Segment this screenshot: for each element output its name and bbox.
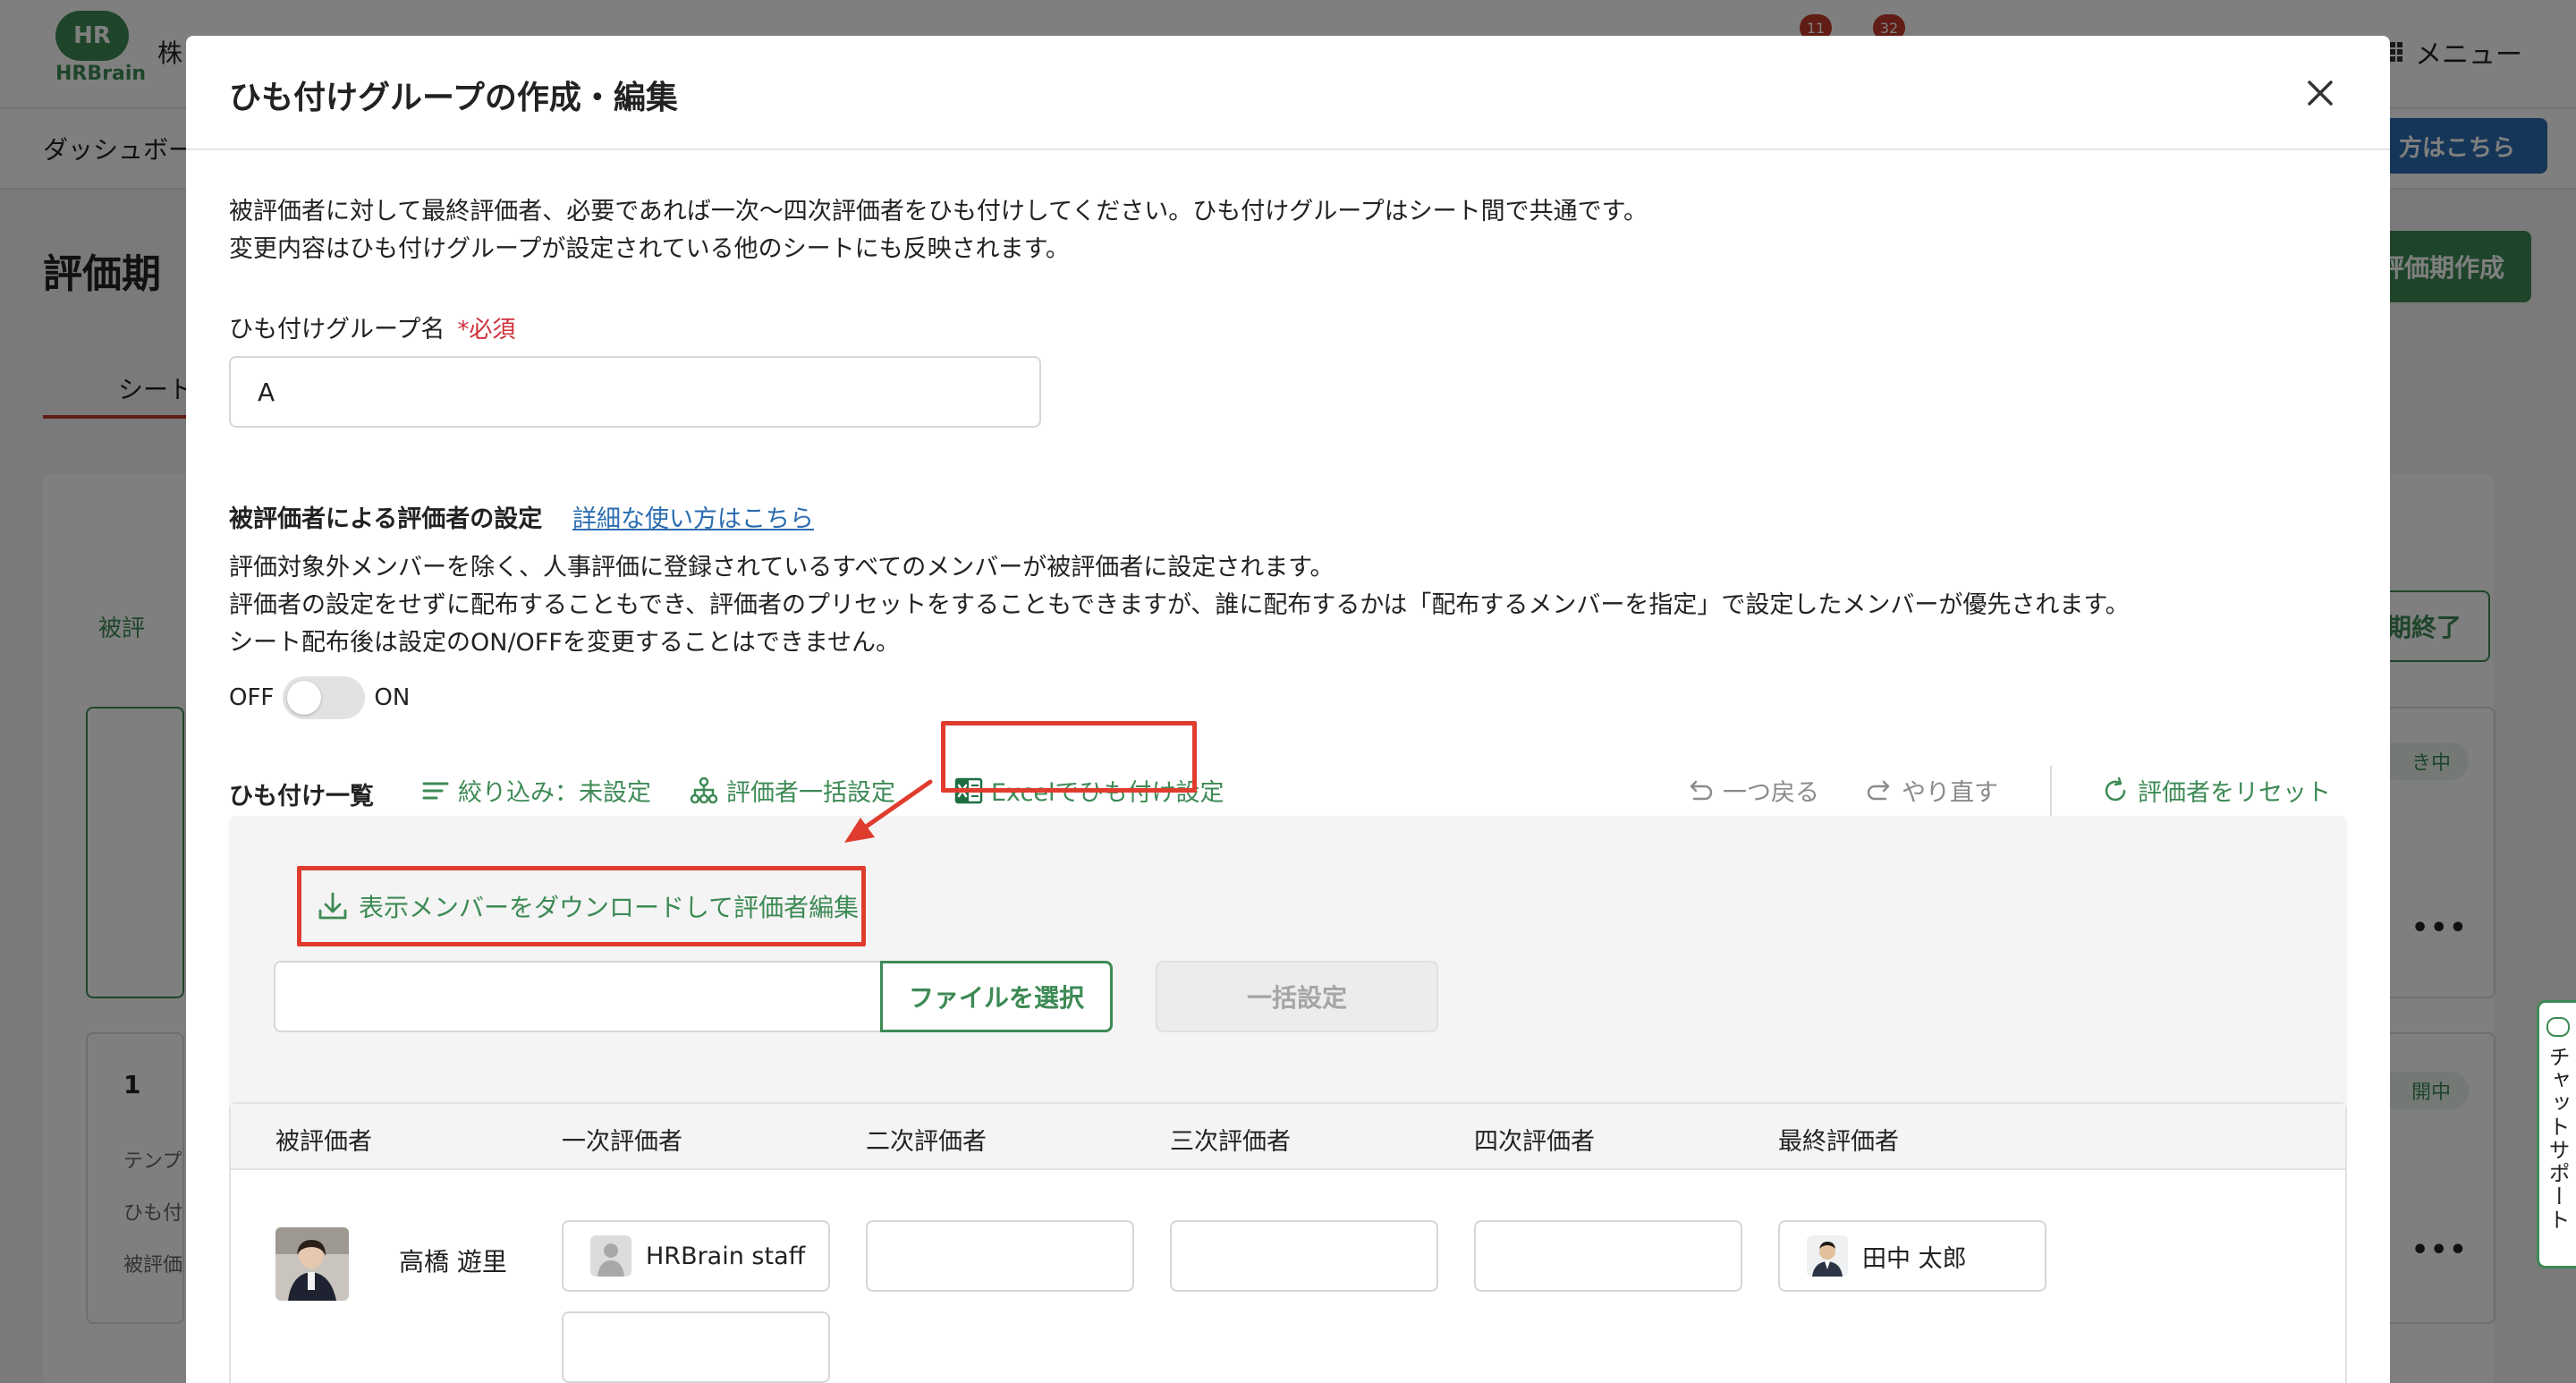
third-evaluator-cell[interactable] — [1170, 1220, 1438, 1292]
column-header-first: 一次評価者 — [562, 1128, 682, 1156]
column-header-evaluee: 被評価者 — [275, 1128, 372, 1156]
link-list-label: ひも付け一覧 — [229, 783, 374, 810]
group-name-input[interactable] — [229, 356, 1041, 428]
required-mark: *必須 — [457, 317, 516, 344]
undo-button[interactable]: 一つ戻る — [1685, 773, 1819, 808]
final-evaluator-name: 田中 太郎 — [1862, 1244, 1967, 1273]
chat-support-button[interactable]: チャットサポート — [2537, 1000, 2576, 1268]
group-name-label: ひも付けグループ名 *必須 — [229, 316, 516, 344]
download-members-button[interactable]: 表示メンバーをダウンロードして評価者編集 — [297, 866, 866, 946]
close-button[interactable] — [2299, 72, 2342, 115]
evaluee-setting-toggle[interactable] — [283, 676, 366, 719]
bulk-evaluator-button[interactable]: 評価者一括設定 — [689, 773, 895, 808]
redo-button[interactable]: やり直す — [1864, 773, 1998, 808]
avatar — [275, 1227, 349, 1301]
filter-button[interactable]: 絞り込み：未設定 — [420, 773, 651, 808]
column-header-final: 最終評価者 — [1778, 1128, 1899, 1156]
modal-description: 被評価者に対して最終評価者、必要であれば一次〜四次評価者をひも付けしてください。… — [229, 198, 1648, 263]
refresh-icon — [2105, 776, 2126, 801]
reset-evaluators-label: 評価者をリセット — [2138, 779, 2331, 807]
evaluee-setting-description: 評価対象外メンバーを除く、人事評価に登録されているすべてのメンバーが被評価者に設… — [229, 554, 2130, 657]
filter-label: 絞り込み：未設定 — [458, 779, 651, 807]
help-link[interactable]: 詳細な使い方はこちら — [572, 499, 814, 534]
evaluee-setting-title: 被評価者による評価者の設定 — [229, 505, 543, 533]
table-header: 被評価者 一次評価者 二次評価者 三次評価者 四次評価者 最終評価者 — [231, 1104, 2345, 1170]
evaluee-name: 高橋 遊里 — [399, 1247, 507, 1277]
undo-label: 一つ戻る — [1723, 779, 1819, 807]
modal-title: ひも付けグループの作成・編集 — [229, 80, 678, 116]
avatar — [590, 1235, 631, 1277]
first-evaluator-name: HRBrain staff — [646, 1242, 806, 1270]
column-header-fourth: 四次評価者 — [1474, 1128, 1595, 1156]
evaluee-setting-toggle-row: OFF ON — [229, 676, 410, 719]
bulk-apply-button: 一括設定 — [1156, 961, 1438, 1032]
reset-evaluators-button[interactable]: 評価者をリセット — [2100, 773, 2331, 808]
first-evaluator-add-cell[interactable] — [562, 1311, 830, 1383]
toggle-knob — [287, 681, 322, 715]
first-evaluator-cell[interactable]: HRBrain staff — [562, 1220, 830, 1292]
hierarchy-icon — [690, 776, 718, 803]
download-icon — [318, 892, 347, 920]
chat-icon — [2546, 1017, 2570, 1037]
close-icon — [2308, 81, 2333, 106]
filter-icon — [422, 782, 449, 799]
bulk-evaluator-label: 評価者一括設定 — [726, 779, 895, 807]
select-file-button[interactable]: ファイルを選択 — [880, 961, 1113, 1032]
toggle-off-label: OFF — [229, 684, 275, 711]
link-group-modal: ひも付けグループの作成・編集 被評価者に対して最終評価者、必要であれば一次〜四次… — [186, 36, 2390, 1383]
undo-icon — [1690, 780, 1713, 800]
redo-label: やり直す — [1902, 779, 1998, 807]
modal-header: ひも付けグループの作成・編集 — [186, 36, 2390, 150]
person-photo-icon — [275, 1227, 349, 1301]
file-path-input[interactable] — [274, 961, 884, 1032]
column-header-second: 二次評価者 — [866, 1128, 987, 1156]
final-evaluator-cell[interactable]: 田中 太郎 — [1778, 1220, 2046, 1292]
download-members-label: 表示メンバーをダウンロードして評価者編集 — [359, 893, 860, 922]
toggle-on-label: ON — [374, 684, 411, 711]
link-table: 被評価者 一次評価者 二次評価者 三次評価者 四次評価者 最終評価者 高橋 遊里 — [229, 1102, 2347, 1383]
toolbar-divider — [2050, 766, 2052, 816]
chat-support-label: チャットサポート — [2545, 1046, 2570, 1232]
fourth-evaluator-cell[interactable] — [1474, 1220, 1742, 1292]
user-placeholder-icon — [590, 1235, 631, 1277]
excel-highlight-box — [941, 721, 1197, 793]
redo-icon — [1867, 780, 1890, 800]
avatar — [1807, 1235, 1848, 1277]
person-photo-icon — [1807, 1235, 1848, 1277]
second-evaluator-cell[interactable] — [866, 1220, 1134, 1292]
column-header-third: 三次評価者 — [1170, 1128, 1291, 1156]
